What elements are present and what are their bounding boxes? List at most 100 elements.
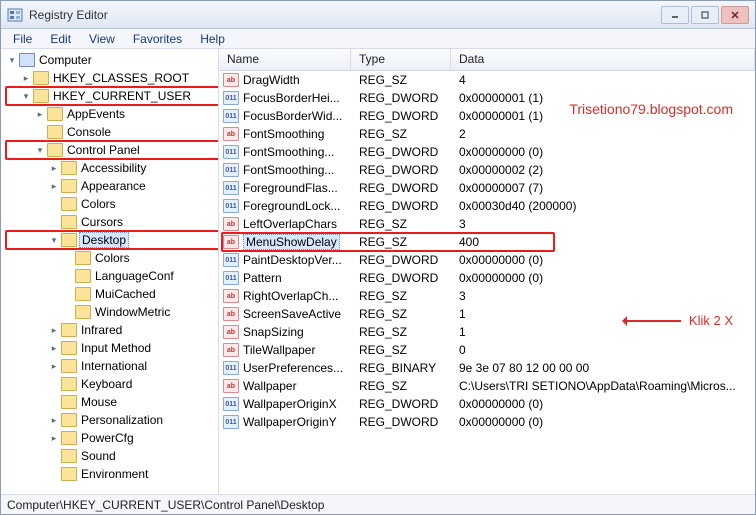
tree-item[interactable]: Keyboard [49,375,218,393]
binary-value-icon: 011 [223,163,239,177]
list-row[interactable]: abSnapSizingREG_SZ1 [219,323,755,341]
tree-panel[interactable]: ▾Computer▸HKEY_CLASSES_ROOT ▾ HKEY_CURRENT… [1,49,219,494]
chevron-right-icon[interactable]: ▸ [49,433,59,443]
tree-item-label: WindowMetric [93,305,172,319]
list-row[interactable]: 011FontSmoothing...REG_DWORD0x00000002 (… [219,161,755,179]
tree-item[interactable]: ▸International [49,357,218,375]
list-row[interactable]: abLeftOverlapCharsREG_SZ3 [219,215,755,233]
chevron-down-icon[interactable]: ▾ [35,145,45,155]
cell-data: 2 [451,127,755,141]
cell-type: REG_DWORD [351,415,451,429]
list-row[interactable]: 011FontSmoothing...REG_DWORD0x00000000 (… [219,143,755,161]
tree-item[interactable]: ▸HKEY_CLASSES_ROOT [21,69,218,87]
cell-type: REG_SZ [351,235,451,249]
tree-item[interactable]: ▸Accessibility [49,159,218,177]
tree-item[interactable]: Colors [63,249,218,267]
menu-help[interactable]: Help [192,31,233,47]
list-rows[interactable]: abDragWidthREG_SZ4011FocusBorderHei...RE… [219,71,755,494]
value-name: RightOverlapCh... [243,289,338,303]
tree-item[interactable]: ▾Control Panel [35,141,218,159]
tree-item-label: Personalization [79,413,165,427]
list-row[interactable]: abTileWallpaperREG_SZ0 [219,341,755,359]
cell-data: 0x00000000 (0) [451,397,755,411]
menu-edit[interactable]: Edit [42,31,79,47]
minimize-button[interactable] [661,6,689,24]
tree-item[interactable]: LanguageConf [63,267,218,285]
list-row[interactable]: 011UserPreferences...REG_BINARY9e 3e 07 … [219,359,755,377]
chevron-right-icon[interactable]: ▸ [49,163,59,173]
chevron-right-icon[interactable]: ▸ [49,325,59,335]
cell-name: 011WallpaperOriginX [219,397,351,411]
tree-item-label: Infrared [79,323,124,337]
column-name[interactable]: Name [219,49,351,70]
tree-root[interactable]: ▾Computer [7,51,218,69]
list-row[interactable]: 011ForegroundLock...REG_DWORD0x00030d40 … [219,197,755,215]
tree-item[interactable]: ▸ Appearance [49,177,218,195]
list-row[interactable]: 011ForegroundFlas...REG_DWORD0x00000007 … [219,179,755,197]
cell-data: 0x00000001 (1) [451,91,755,105]
tree-item[interactable]: Cursors [49,213,218,231]
string-value-icon: ab [223,73,239,87]
cell-name: abScreenSaveActive [219,307,351,321]
folder-icon [47,107,63,121]
value-name: Pattern [243,271,282,285]
folder-icon [75,287,91,301]
tree-item[interactable]: ▸Input Method [49,339,218,357]
list-row[interactable]: abWallpaperREG_SZC:\Users\TRI SETIONO\Ap… [219,377,755,395]
tree-item-label: HKEY_CURRENT_USER [51,89,193,103]
list-row[interactable]: 011PatternREG_DWORD0x00000000 (0) [219,269,755,287]
menu-favorites[interactable]: Favorites [125,31,190,47]
list-row[interactable]: 011FocusBorderHei...REG_DWORD0x00000001 … [219,89,755,107]
list-row[interactable]: abRightOverlapCh...REG_SZ3 [219,287,755,305]
tree-item[interactable]: Environment [49,465,218,483]
list-row[interactable]: abDragWidthREG_SZ4 [219,71,755,89]
folder-icon [75,305,91,319]
tree-item[interactable]: ▾ HKEY_CURRENT_USER [21,87,218,105]
tree-item[interactable]: WindowMetric [63,303,218,321]
chevron-right-icon[interactable]: ▸ [49,415,59,425]
list-row[interactable]: 011PaintDesktopVer...REG_DWORD0x00000000… [219,251,755,269]
list-row[interactable]: 011WallpaperOriginXREG_DWORD0x00000000 (… [219,395,755,413]
cell-name: 011UserPreferences... [219,361,351,375]
chevron-down-icon[interactable]: ▾ [7,55,17,65]
folder-icon [61,377,77,391]
tree-item[interactable]: MuiCached [63,285,218,303]
chevron-down-icon[interactable]: ▾ [21,91,31,101]
maximize-button[interactable] [691,6,719,24]
close-button[interactable] [721,6,749,24]
tree-item-label: Colors [79,197,118,211]
tree-item[interactable]: ▸ AppEvents [35,105,218,123]
column-type[interactable]: Type [351,49,451,70]
tree-item[interactable]: Sound [49,447,218,465]
list-row[interactable]: abFontSmoothingREG_SZ2 [219,125,755,143]
tree-item-label: AppEvents [65,107,127,121]
tree-item[interactable]: Mouse [49,393,218,411]
tree-item-label: Appearance [79,179,148,193]
tree-item[interactable]: Colors [49,195,218,213]
tree-item[interactable]: ▸ Infrared [49,321,218,339]
tree-item[interactable]: ▸PowerCfg [49,429,218,447]
cell-data: C:\Users\TRI SETIONO\AppData\Roaming\Mic… [451,379,755,393]
value-name: SnapSizing [243,325,304,339]
value-name: LeftOverlapChars [243,217,337,231]
tree-item[interactable]: ▾Desktop [49,231,218,249]
list-row[interactable]: abScreenSaveActiveREG_SZ1 [219,305,755,323]
chevron-right-icon[interactable]: ▸ [49,361,59,371]
list-row[interactable]: abMenuShowDelayREG_SZ400 [219,233,755,251]
tree-item-label: Mouse [79,395,119,409]
column-data[interactable]: Data [451,49,755,70]
menu-view[interactable]: View [81,31,123,47]
menu-file[interactable]: File [5,31,40,47]
chevron-down-icon[interactable]: ▾ [49,235,59,245]
chevron-right-icon[interactable]: ▸ [35,109,45,119]
cell-data: 9e 3e 07 80 12 00 00 00 [451,361,755,375]
list-row[interactable]: 011WallpaperOriginYREG_DWORD0x00000000 (… [219,413,755,431]
cell-type: REG_DWORD [351,91,451,105]
chevron-right-icon[interactable]: ▸ [49,343,59,353]
list-row[interactable]: 011FocusBorderWid...REG_DWORD0x00000001 … [219,107,755,125]
chevron-right-icon[interactable]: ▸ [49,181,59,191]
tree-item[interactable]: Console [35,123,218,141]
tree-item[interactable]: ▸ Personalization [49,411,218,429]
chevron-right-icon[interactable]: ▸ [21,73,31,83]
value-name: Wallpaper [243,379,297,393]
